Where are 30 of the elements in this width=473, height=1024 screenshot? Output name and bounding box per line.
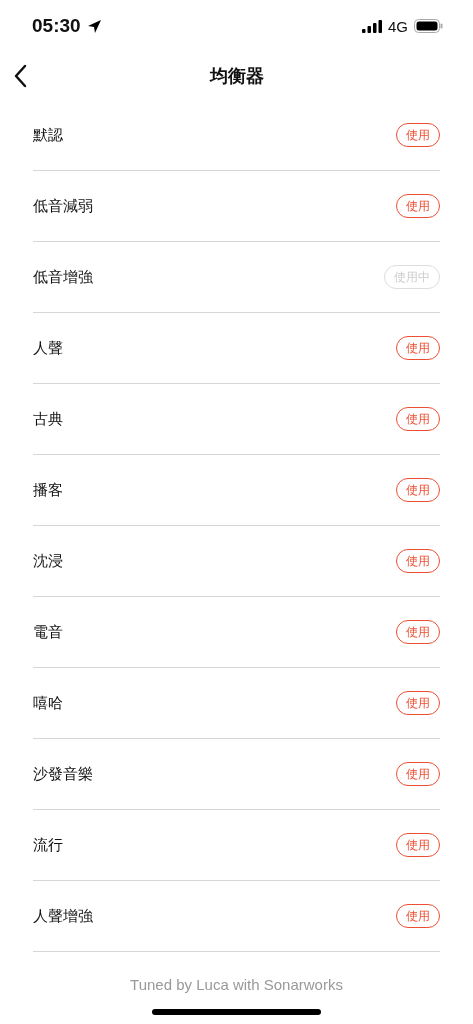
- signal-icon: [362, 19, 382, 33]
- use-button[interactable]: 使用: [396, 336, 440, 360]
- preset-name: 人聲增強: [33, 906, 93, 926]
- preset-name: 人聲: [33, 338, 63, 358]
- footer-text: Tuned by Luca with Sonarworks: [129, 976, 344, 993]
- use-button[interactable]: 使用: [396, 833, 440, 857]
- preset-name: 低音減弱: [33, 196, 93, 216]
- use-button[interactable]: 使用: [396, 478, 440, 502]
- use-button[interactable]: 使用: [396, 123, 440, 147]
- preset-name: 默認: [33, 125, 63, 145]
- preset-name: 電音: [33, 622, 63, 642]
- location-arrow-icon: [86, 18, 102, 34]
- preset-name: 沙發音樂: [33, 764, 93, 784]
- use-button[interactable]: 使用: [396, 549, 440, 573]
- preset-name: 播客: [33, 480, 63, 500]
- preset-name: 古典: [33, 409, 63, 429]
- preset-name: 嘻哈: [33, 693, 63, 713]
- preset-name: 低音增強: [33, 267, 93, 287]
- use-button[interactable]: 使用: [396, 904, 440, 928]
- use-button[interactable]: 使用: [396, 194, 440, 218]
- use-button[interactable]: 使用: [396, 407, 440, 431]
- battery-icon: [414, 19, 443, 33]
- preset-name: 沈浸: [33, 551, 63, 571]
- network-label: 4G: [388, 17, 408, 35]
- use-button[interactable]: 使用: [396, 620, 440, 644]
- use-button[interactable]: 使用: [396, 691, 440, 715]
- preset-name: 流行: [33, 835, 63, 855]
- page-title: 均衡器: [209, 64, 264, 88]
- use-button[interactable]: 使用: [396, 762, 440, 786]
- status-time: 05:30: [32, 15, 81, 37]
